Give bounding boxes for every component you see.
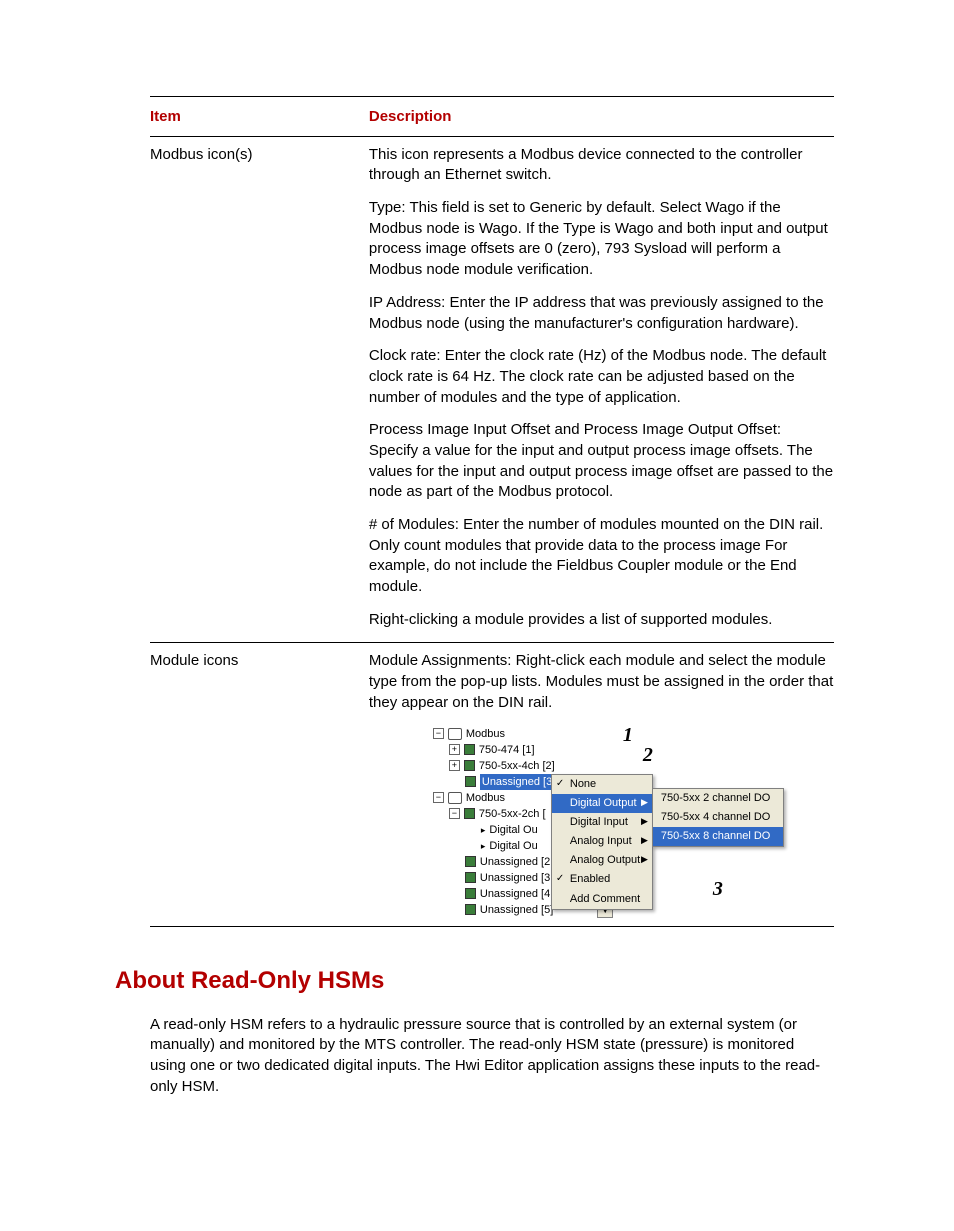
tree-label: Unassigned [5] [480, 902, 553, 918]
module-icon [465, 888, 476, 899]
table-row: Modbus icon(s) This icon represents a Mo… [150, 136, 834, 643]
module-icon [465, 856, 476, 867]
signal-icon [481, 838, 486, 854]
definition-table: Item Description Modbus icon(s) This ico… [150, 96, 834, 927]
submenu-item[interactable]: 750-5xx 2 channel DO [653, 789, 783, 808]
collapse-icon[interactable]: − [449, 808, 460, 819]
collapse-icon[interactable]: − [433, 792, 444, 803]
callout-1: 1 [623, 722, 633, 750]
module-icon [465, 872, 476, 883]
desc-para: Module Assignments: Right-click each mod… [369, 651, 834, 713]
callout-3: 3 [713, 876, 723, 904]
chevron-right-icon: ▶ [641, 853, 648, 865]
tree-label: 750-5xx-4ch [2] [479, 758, 555, 774]
tree-node[interactable]: + 750-5xx-4ch [2] [433, 758, 773, 774]
menu-label: 750-5xx 4 channel DO [661, 811, 770, 823]
submenu-item[interactable]: 750-5xx 4 channel DO [653, 808, 783, 827]
context-menu[interactable]: ✓ None Digital Output ▶ Digital Input ▶ Ana… [551, 774, 653, 910]
item-cell: Module icons [150, 643, 369, 926]
section-paragraph: A read-only HSM refers to a hydraulic pr… [150, 1015, 834, 1098]
desc-para: This icon represents a Modbus device con… [369, 145, 834, 186]
menu-label: Digital Input [570, 816, 628, 828]
signal-icon [481, 822, 486, 838]
tree-label: Unassigned [4 [480, 886, 550, 902]
menu-label: Digital Output [570, 797, 637, 809]
tree-label: Unassigned [2 [480, 854, 550, 870]
chevron-right-icon: ▶ [641, 796, 648, 808]
chevron-right-icon: ▶ [641, 815, 648, 827]
menu-label: 750-5xx 2 channel DO [661, 792, 770, 804]
context-submenu[interactable]: 750-5xx 2 channel DO 750-5xx 4 channel D… [652, 788, 784, 848]
tree-node[interactable]: + 750-474 [1] [433, 742, 773, 758]
desc-para: # of Modules: Enter the number of module… [369, 515, 834, 598]
tree-label: Modbus [466, 790, 505, 806]
desc-para: Process Image Input Offset and Process I… [369, 420, 834, 503]
description-cell: Module Assignments: Right-click each mod… [369, 643, 834, 926]
tree-label: 750-474 [1] [479, 742, 535, 758]
module-icon [464, 744, 475, 755]
header-description: Description [369, 97, 834, 137]
tree-label: Modbus [466, 726, 505, 742]
device-icon [448, 728, 462, 740]
callout-2: 2 [643, 742, 653, 770]
menu-label: 750-5xx 8 channel DO [661, 830, 770, 842]
expand-icon[interactable]: + [449, 760, 460, 771]
tree-label: Unassigned [3] [480, 774, 557, 790]
menu-item-analog-input[interactable]: Analog Input ▶ [552, 832, 652, 851]
tree-label: Digital Ou [489, 822, 537, 838]
module-tree-screenshot: 1 2 3 − Modbus + 750-474 [1] + [433, 726, 773, 918]
menu-item-add-comment[interactable]: Add Comment [552, 890, 652, 909]
menu-label: Analog Output [570, 854, 640, 866]
tree-label: Unassigned [3 [480, 870, 550, 886]
tree-label: Digital Ou [489, 838, 537, 854]
menu-label: Add Comment [570, 893, 640, 905]
submenu-item[interactable]: 750-5xx 8 channel DO [653, 827, 783, 846]
device-icon [448, 792, 462, 804]
menu-label: Enabled [570, 873, 610, 885]
menu-item-none[interactable]: ✓ None [552, 775, 652, 794]
menu-label: Analog Input [570, 835, 632, 847]
expand-icon[interactable]: + [449, 744, 460, 755]
check-icon: ✓ [556, 777, 564, 791]
table-row: Module icons Module Assignments: Right-c… [150, 643, 834, 926]
menu-label: None [570, 778, 596, 790]
module-icon [464, 808, 475, 819]
description-cell: This icon represents a Modbus device con… [369, 136, 834, 643]
module-icon [465, 776, 476, 787]
menu-item-enabled[interactable]: ✓ Enabled [552, 870, 652, 889]
header-item: Item [150, 97, 369, 137]
desc-para: Clock rate: Enter the clock rate (Hz) of… [369, 346, 834, 408]
menu-item-digital-input[interactable]: Digital Input ▶ [552, 813, 652, 832]
desc-para: IP Address: Enter the IP address that wa… [369, 293, 834, 334]
module-icon [465, 904, 476, 915]
tree-label: 750-5xx-2ch [ [479, 806, 546, 822]
collapse-icon[interactable]: − [433, 728, 444, 739]
module-icon [464, 760, 475, 771]
menu-item-digital-output[interactable]: Digital Output ▶ [552, 794, 652, 813]
section-heading: About Read-Only HSMs [115, 967, 834, 995]
desc-para: Right-clicking a module provides a list … [369, 610, 834, 631]
item-cell: Modbus icon(s) [150, 136, 369, 643]
check-icon: ✓ [556, 872, 564, 886]
chevron-right-icon: ▶ [641, 834, 648, 846]
desc-para: Type: This field is set to Generic by de… [369, 198, 834, 281]
menu-item-analog-output[interactable]: Analog Output▶ [552, 851, 652, 870]
tree-node-modbus[interactable]: − Modbus [433, 726, 773, 742]
